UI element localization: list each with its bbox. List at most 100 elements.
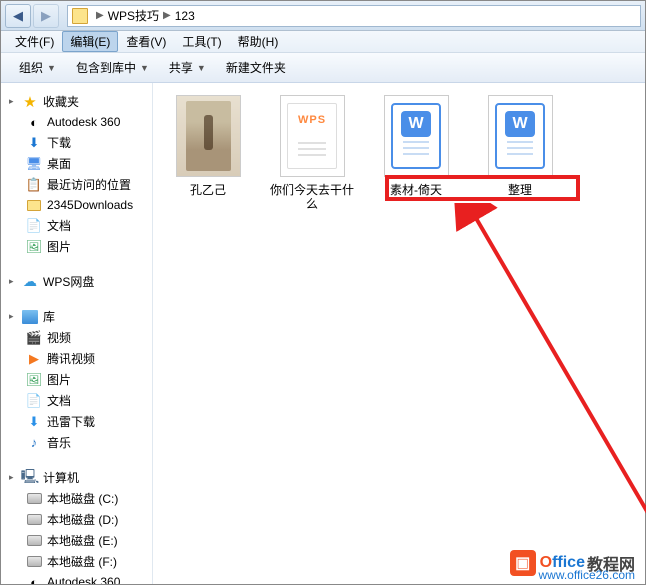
star-icon: ★ bbox=[21, 94, 39, 110]
word-file-icon: W bbox=[384, 95, 449, 177]
sidebar-item-disk-f[interactable]: 本地磁盘 (F:) bbox=[5, 551, 148, 572]
sidebar-computer-header[interactable]: ▸ 🖳 计算机 bbox=[5, 467, 148, 488]
sidebar-item-label: 图片 bbox=[47, 238, 71, 255]
sidebar-item-label: 最近访问的位置 bbox=[47, 176, 131, 193]
sidebar-favorites-header[interactable]: ▸ ★ 收藏夹 bbox=[5, 91, 148, 112]
picture-icon: 🖼 bbox=[25, 372, 43, 388]
toolbar-include[interactable]: 包含到库中 ▼ bbox=[66, 56, 159, 79]
menu-file[interactable]: 文件(F) bbox=[7, 31, 62, 52]
file-item-image[interactable]: 孔乙己 bbox=[165, 95, 251, 211]
sidebar-item-disk-e[interactable]: 本地磁盘 (E:) bbox=[5, 530, 148, 551]
menu-help[interactable]: 帮助(H) bbox=[230, 31, 287, 52]
sidebar-item-label: 2345Downloads bbox=[47, 198, 133, 212]
caret-icon: ▸ bbox=[9, 96, 19, 107]
breadcrumb-part2[interactable]: 123 bbox=[175, 9, 195, 23]
dropdown-icon: ▼ bbox=[47, 63, 56, 73]
file-item-wps[interactable]: WPS 你们今天去干什么 bbox=[269, 95, 355, 211]
arrow-left-icon: ◀ bbox=[13, 8, 23, 24]
cloud-icon: ☁ bbox=[21, 274, 39, 290]
caret-icon: ▸ bbox=[9, 276, 19, 287]
sidebar-computer-label: 计算机 bbox=[43, 469, 79, 486]
sidebar-item-autodesk2[interactable]: ◐Autodesk 360 bbox=[5, 572, 148, 584]
dropdown-icon: ▼ bbox=[140, 63, 149, 73]
sidebar-item-pictures[interactable]: 🖼图片 bbox=[5, 236, 148, 257]
xunlei-icon: ⬇ bbox=[25, 414, 43, 430]
sidebar-item-pictures2[interactable]: 🖼图片 bbox=[5, 369, 148, 390]
nav-back-button[interactable]: ◀ bbox=[5, 4, 31, 28]
sidebar-item-label: 文档 bbox=[47, 217, 71, 234]
sidebar-favorites-label: 收藏夹 bbox=[43, 93, 79, 110]
sidebar-item-txvideo[interactable]: ▶腾讯视频 bbox=[5, 348, 148, 369]
computer-icon: 🖳 bbox=[21, 470, 39, 486]
recent-icon: 📋 bbox=[25, 177, 43, 193]
sidebar-item-music[interactable]: ♪音乐 bbox=[5, 432, 148, 453]
main-area: ▸ ★ 收藏夹 ◐Autodesk 360 ⬇下载 🖥桌面 📋最近访问的位置 2… bbox=[1, 83, 645, 584]
annotation-arrow bbox=[443, 203, 646, 583]
sidebar-item-disk-c[interactable]: 本地磁盘 (C:) bbox=[5, 488, 148, 509]
sidebar-wps-header[interactable]: ▸ ☁ WPS网盘 bbox=[5, 271, 148, 292]
disk-icon bbox=[25, 533, 43, 549]
sidebar-item-label: 迅雷下载 bbox=[47, 413, 95, 430]
sidebar-item-videos[interactable]: 🎬视频 bbox=[5, 327, 148, 348]
video-icon: 🎬 bbox=[25, 330, 43, 346]
title-bar: ◀ ▶ ▶ WPS技巧 ▶ 123 bbox=[1, 1, 645, 31]
picture-icon: 🖼 bbox=[25, 239, 43, 255]
download-icon: ⬇ bbox=[25, 135, 43, 151]
sidebar-item-2345[interactable]: 2345Downloads bbox=[5, 195, 148, 215]
file-pane: 孔乙己 WPS 你们今天去干什么 W 素材-倚天 W 整理 bbox=[153, 83, 645, 584]
desktop-icon: 🖥 bbox=[25, 156, 43, 172]
sidebar-libraries-header[interactable]: ▸ 库 bbox=[5, 306, 148, 327]
caret-icon: ▸ bbox=[9, 311, 19, 322]
sidebar-item-autodesk[interactable]: ◐ Autodesk 360 bbox=[5, 112, 148, 132]
sidebar-item-label: 音乐 bbox=[47, 434, 71, 451]
sidebar-wps-label: WPS网盘 bbox=[43, 273, 94, 290]
word-file-icon: W bbox=[488, 95, 553, 177]
autodesk-icon: ◐ bbox=[25, 574, 43, 584]
toolbar-share[interactable]: 共享▼ bbox=[159, 56, 216, 79]
txvideo-icon: ▶ bbox=[25, 351, 43, 367]
toolbar-newfolder[interactable]: 新建文件夹 bbox=[216, 56, 296, 79]
sidebar-item-label: 腾讯视频 bbox=[47, 350, 95, 367]
toolbar-include-label: 包含到库中 bbox=[76, 59, 136, 76]
sidebar-item-recent[interactable]: 📋最近访问的位置 bbox=[5, 174, 148, 195]
sidebar-item-label: 下载 bbox=[47, 134, 71, 151]
nav-forward-button[interactable]: ▶ bbox=[33, 4, 59, 28]
toolbar-organize-label: 组织 bbox=[19, 59, 43, 76]
sidebar-item-label: 本地磁盘 (E:) bbox=[47, 532, 118, 549]
sidebar-item-label: Autodesk 360 bbox=[47, 115, 120, 129]
sidebar-item-documents[interactable]: 📄文档 bbox=[5, 215, 148, 236]
sidebar-wps-group: ▸ ☁ WPS网盘 bbox=[5, 271, 148, 292]
toolbar-organize[interactable]: 组织 ▼ bbox=[9, 56, 66, 79]
annotation-highlight-box bbox=[385, 175, 580, 201]
dropdown-icon: ▼ bbox=[197, 63, 206, 73]
file-name-label: 你们今天去干什么 bbox=[268, 183, 356, 211]
sidebar-libraries-group: ▸ 库 🎬视频 ▶腾讯视频 🖼图片 📄文档 ⬇迅雷下载 ♪音乐 bbox=[5, 306, 148, 453]
sidebar-favorites-group: ▸ ★ 收藏夹 ◐ Autodesk 360 ⬇下载 🖥桌面 📋最近访问的位置 2… bbox=[5, 91, 148, 257]
toolbar: 组织 ▼ 包含到库中 ▼ 共享▼ 新建文件夹 bbox=[1, 53, 645, 83]
sidebar-item-label: 文档 bbox=[47, 392, 71, 409]
watermark-url: www.office26.com bbox=[539, 568, 636, 582]
sidebar-item-desktop[interactable]: 🖥桌面 bbox=[5, 153, 148, 174]
menu-tools[interactable]: 工具(T) bbox=[174, 31, 229, 52]
menu-edit[interactable]: 编辑(E) bbox=[62, 31, 118, 52]
disk-icon bbox=[25, 491, 43, 507]
sidebar-item-label: 视频 bbox=[47, 329, 71, 346]
disk-icon bbox=[25, 512, 43, 528]
autodesk-icon: ◐ bbox=[25, 114, 43, 130]
breadcrumb-separator: ▶ bbox=[96, 10, 104, 21]
sidebar-item-xunlei[interactable]: ⬇迅雷下载 bbox=[5, 411, 148, 432]
disk-icon bbox=[25, 554, 43, 570]
sidebar: ▸ ★ 收藏夹 ◐Autodesk 360 ⬇下载 🖥桌面 📋最近访问的位置 2… bbox=[1, 83, 153, 584]
sidebar-item-downloads[interactable]: ⬇下载 bbox=[5, 132, 148, 153]
address-bar[interactable]: ▶ WPS技巧 ▶ 123 bbox=[67, 5, 641, 27]
sidebar-item-disk-d[interactable]: 本地磁盘 (D:) bbox=[5, 509, 148, 530]
arrow-right-icon: ▶ bbox=[41, 8, 51, 24]
sidebar-item-documents2[interactable]: 📄文档 bbox=[5, 390, 148, 411]
wps-file-icon: WPS bbox=[280, 95, 345, 177]
breadcrumb-part1[interactable]: WPS技巧 bbox=[108, 7, 159, 24]
file-name-label: 孔乙己 bbox=[164, 183, 252, 197]
menu-view[interactable]: 查看(V) bbox=[118, 31, 174, 52]
sidebar-item-label: 本地磁盘 (C:) bbox=[47, 490, 118, 507]
sidebar-item-label: 桌面 bbox=[47, 155, 71, 172]
library-icon bbox=[21, 309, 39, 325]
